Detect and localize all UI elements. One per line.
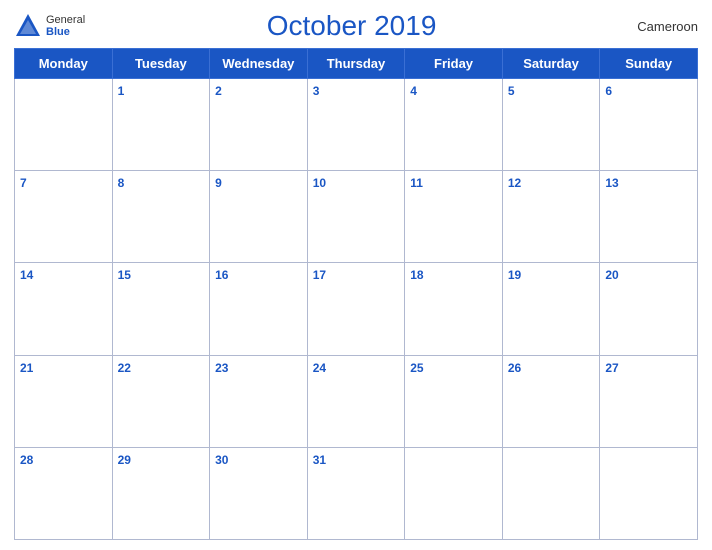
day-number: 19 (508, 268, 521, 282)
month-title: October 2019 (85, 10, 618, 42)
col-tuesday: Tuesday (112, 49, 210, 79)
calendar-cell: 12 (502, 171, 600, 263)
day-number: 10 (313, 176, 326, 190)
calendar-cell: 28 (15, 447, 113, 539)
calendar-week-row: 14 15 16 17 18 19 20 (15, 263, 698, 355)
day-number: 20 (605, 268, 618, 282)
day-number: 8 (118, 176, 125, 190)
day-number: 9 (215, 176, 222, 190)
col-wednesday: Wednesday (210, 49, 308, 79)
col-saturday: Saturday (502, 49, 600, 79)
calendar-cell: 5 (502, 79, 600, 171)
day-number: 17 (313, 268, 326, 282)
day-number: 21 (20, 361, 33, 375)
calendar-cell: 24 (307, 355, 405, 447)
logo: General Blue (14, 12, 85, 40)
calendar-page: General Blue October 2019 Cameroon Monda… (0, 0, 712, 550)
calendar-header: General Blue October 2019 Cameroon (14, 10, 698, 42)
calendar-cell: 16 (210, 263, 308, 355)
day-number: 5 (508, 84, 515, 98)
calendar-table: Monday Tuesday Wednesday Thursday Friday… (14, 48, 698, 540)
calendar-cell: 11 (405, 171, 503, 263)
day-number: 29 (118, 453, 131, 467)
day-number: 24 (313, 361, 326, 375)
calendar-cell: 6 (600, 79, 698, 171)
calendar-cell: 17 (307, 263, 405, 355)
col-sunday: Sunday (600, 49, 698, 79)
day-number: 7 (20, 176, 27, 190)
calendar-cell: 7 (15, 171, 113, 263)
logo-text: General Blue (46, 14, 85, 38)
day-number: 13 (605, 176, 618, 190)
day-number: 4 (410, 84, 417, 98)
logo-general-text: General (46, 14, 85, 26)
day-number: 11 (410, 176, 423, 190)
day-number: 27 (605, 361, 618, 375)
day-number: 28 (20, 453, 33, 467)
calendar-cell: 18 (405, 263, 503, 355)
calendar-cell: 2 (210, 79, 308, 171)
calendar-cell: 13 (600, 171, 698, 263)
day-number: 31 (313, 453, 326, 467)
day-number: 1 (118, 84, 125, 98)
weekday-header-row: Monday Tuesday Wednesday Thursday Friday… (15, 49, 698, 79)
calendar-week-row: 28 29 30 31 (15, 447, 698, 539)
calendar-cell: 4 (405, 79, 503, 171)
logo-blue-text: Blue (46, 26, 85, 38)
day-number: 26 (508, 361, 521, 375)
calendar-cell (502, 447, 600, 539)
col-thursday: Thursday (307, 49, 405, 79)
logo-icon (14, 12, 42, 40)
calendar-week-row: 7 8 9 10 11 12 13 (15, 171, 698, 263)
calendar-cell: 26 (502, 355, 600, 447)
calendar-cell: 8 (112, 171, 210, 263)
calendar-cell (600, 447, 698, 539)
day-number: 18 (410, 268, 423, 282)
day-number: 16 (215, 268, 228, 282)
calendar-cell: 9 (210, 171, 308, 263)
calendar-cell: 22 (112, 355, 210, 447)
day-number: 3 (313, 84, 320, 98)
day-number: 6 (605, 84, 612, 98)
col-friday: Friday (405, 49, 503, 79)
calendar-cell: 29 (112, 447, 210, 539)
day-number: 22 (118, 361, 131, 375)
day-number: 14 (20, 268, 33, 282)
calendar-cell: 19 (502, 263, 600, 355)
day-number: 25 (410, 361, 423, 375)
calendar-cell: 27 (600, 355, 698, 447)
calendar-cell (15, 79, 113, 171)
calendar-cell: 23 (210, 355, 308, 447)
calendar-cell: 20 (600, 263, 698, 355)
calendar-cell: 21 (15, 355, 113, 447)
calendar-cell: 25 (405, 355, 503, 447)
calendar-cell: 15 (112, 263, 210, 355)
calendar-cell: 10 (307, 171, 405, 263)
calendar-week-row: 1 2 3 4 5 6 (15, 79, 698, 171)
calendar-cell: 1 (112, 79, 210, 171)
day-number: 15 (118, 268, 131, 282)
col-monday: Monday (15, 49, 113, 79)
calendar-cell: 3 (307, 79, 405, 171)
calendar-cell: 14 (15, 263, 113, 355)
calendar-week-row: 21 22 23 24 25 26 27 (15, 355, 698, 447)
day-number: 23 (215, 361, 228, 375)
country-label: Cameroon (618, 19, 698, 34)
calendar-cell: 31 (307, 447, 405, 539)
day-number: 2 (215, 84, 222, 98)
day-number: 12 (508, 176, 521, 190)
calendar-cell: 30 (210, 447, 308, 539)
calendar-cell (405, 447, 503, 539)
day-number: 30 (215, 453, 228, 467)
